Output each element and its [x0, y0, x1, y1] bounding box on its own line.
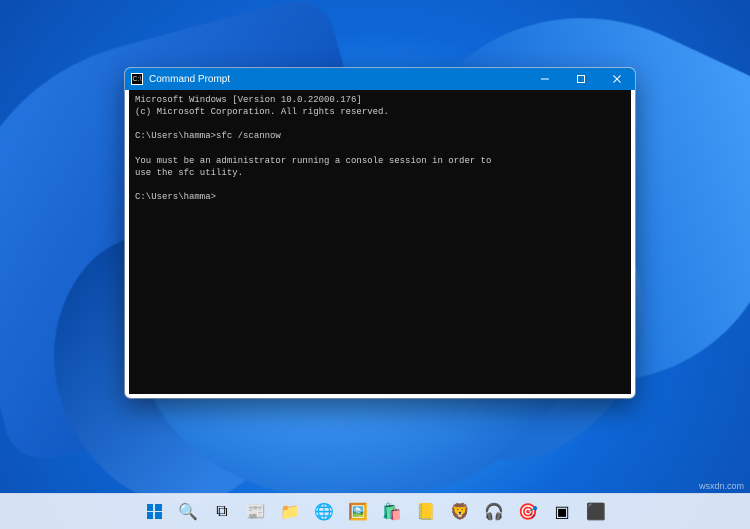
- windows-logo-icon: [147, 504, 162, 519]
- titlebar[interactable]: C:\ Command Prompt: [125, 68, 635, 90]
- taskbar-item-app-2[interactable]: 🎯: [513, 497, 543, 527]
- store-icon: 🛍️: [382, 502, 402, 522]
- window-title: Command Prompt: [149, 74, 230, 85]
- taskbar-item-notion[interactable]: 📒: [411, 497, 441, 527]
- task-view-icon: ⧉: [216, 503, 227, 521]
- taskbar-item-brave[interactable]: 🦁: [445, 497, 475, 527]
- app-1-icon: 🎧: [484, 502, 504, 522]
- terminal-output[interactable]: Microsoft Windows [Version 10.0.22000.17…: [129, 90, 631, 394]
- taskbar[interactable]: 🔍 ⧉ 📰 📁 🌐 🖼️ 🛍️ 📒 🦁 🎧 🎯 ▣ ⬛: [0, 493, 750, 529]
- app-2-icon: 🎯: [518, 502, 538, 522]
- desktop: C:\ Command Prompt Microsoft Windows [Ve…: [0, 0, 750, 529]
- taskbar-item-photos[interactable]: 🖼️: [343, 497, 373, 527]
- file-explorer-icon: 📁: [280, 502, 300, 522]
- cmd-icon: C:\: [131, 73, 143, 85]
- taskbar-item-app-1[interactable]: 🎧: [479, 497, 509, 527]
- maximize-icon: [576, 74, 586, 84]
- edge-icon: 🌐: [314, 502, 334, 522]
- watermark: wsxdn.com: [699, 481, 744, 491]
- taskbar-item-file-explorer[interactable]: 📁: [275, 497, 305, 527]
- taskbar-item-store[interactable]: 🛍️: [377, 497, 407, 527]
- minimize-icon: [540, 74, 550, 84]
- notion-icon: 📒: [416, 502, 436, 522]
- close-icon: [612, 74, 622, 84]
- taskbar-item-edge[interactable]: 🌐: [309, 497, 339, 527]
- maximize-button[interactable]: [563, 68, 599, 90]
- taskbar-item-task-view[interactable]: ⧉: [207, 497, 237, 527]
- close-button[interactable]: [599, 68, 635, 90]
- taskbar-item-start[interactable]: [139, 497, 169, 527]
- search-icon: 🔍: [178, 502, 198, 522]
- taskbar-item-search[interactable]: 🔍: [173, 497, 203, 527]
- brave-icon: 🦁: [450, 502, 470, 522]
- photos-icon: 🖼️: [348, 502, 368, 522]
- minimize-button[interactable]: [527, 68, 563, 90]
- widgets-icon: 📰: [246, 502, 266, 522]
- window-controls: [527, 68, 635, 90]
- taskbar-item-terminal[interactable]: ▣: [547, 497, 577, 527]
- taskbar-item-cmd[interactable]: ⬛: [581, 497, 611, 527]
- terminal-icon: ▣: [554, 502, 569, 522]
- cmd-icon: ⬛: [586, 502, 606, 522]
- taskbar-item-widgets[interactable]: 📰: [241, 497, 271, 527]
- command-prompt-window[interactable]: C:\ Command Prompt Microsoft Windows [Ve…: [125, 68, 635, 398]
